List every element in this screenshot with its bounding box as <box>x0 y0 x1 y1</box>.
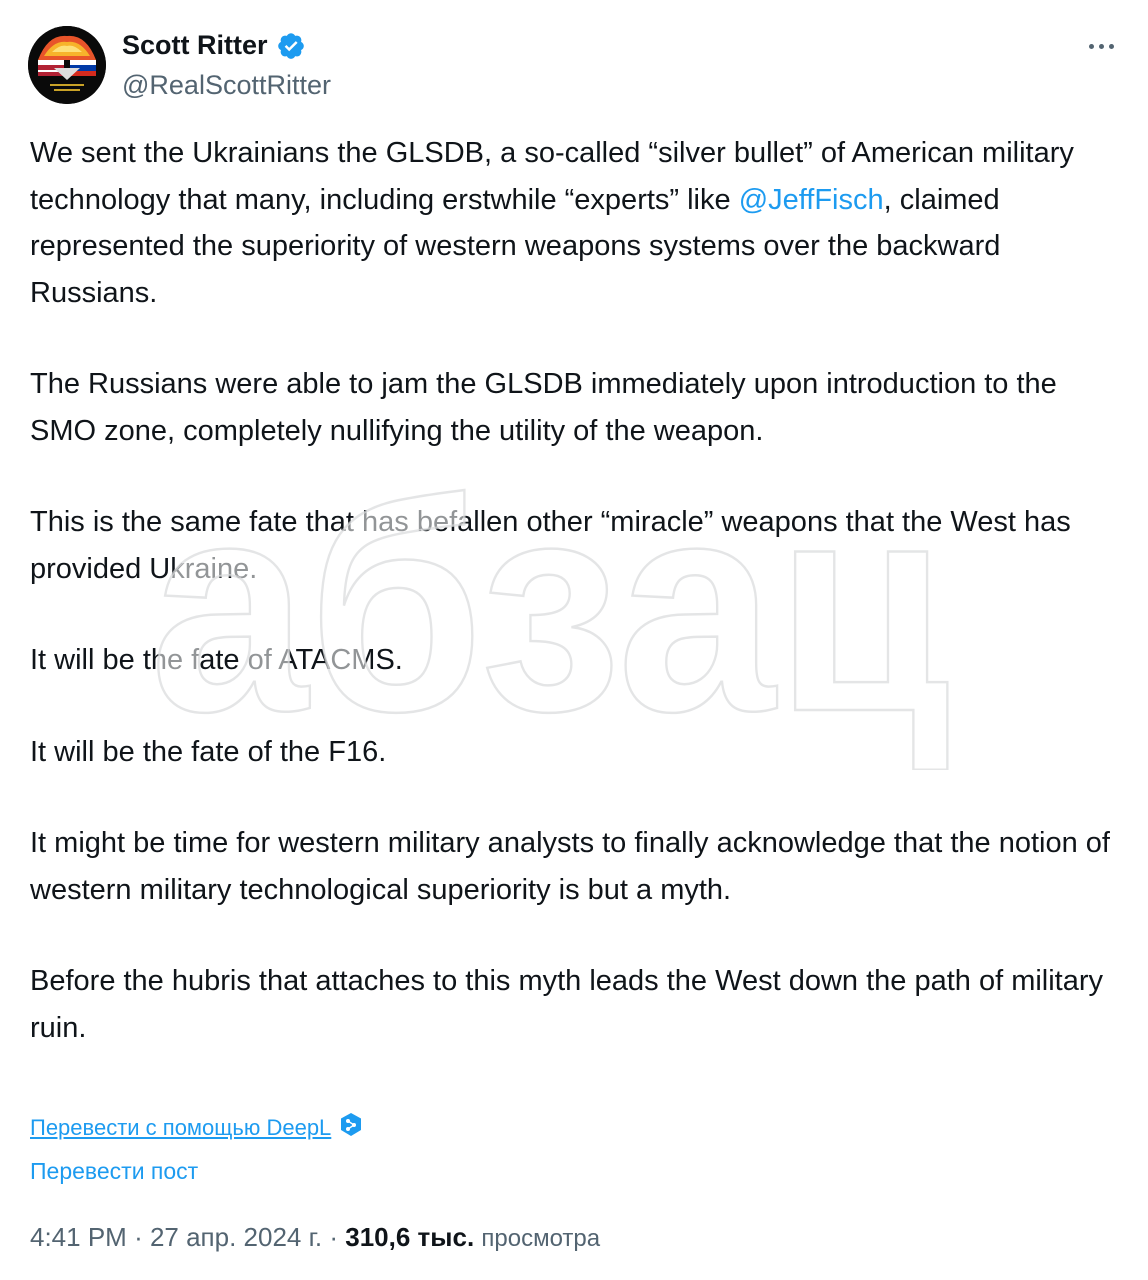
more-horizontal-icon[interactable] <box>1086 36 1118 56</box>
tweet-paragraph-1: We sent the Ukrainians the GLSDB, a so-c… <box>30 130 1125 316</box>
tweet-time[interactable]: 4:41 PM <box>30 1222 127 1252</box>
tweet-date[interactable]: 27 апр. 2024 г. <box>150 1222 322 1252</box>
mention-link[interactable]: @JeffFisch <box>739 184 884 216</box>
tweet-paragraph-7: Before the hubris that attaches to this … <box>30 965 1104 1044</box>
tweet-meta: 4:41 PM · 27 апр. 2024 г. · 310,6 тыс. п… <box>30 1222 600 1253</box>
avatar[interactable] <box>28 26 106 104</box>
meta-separator: · <box>329 1222 346 1252</box>
tweet-paragraph-5: It will be the fate of the F16. <box>30 735 387 768</box>
author-handle[interactable]: @RealScottRitter <box>122 70 331 101</box>
verified-badge-icon[interactable] <box>276 31 306 61</box>
views-label: просмотра <box>481 1225 601 1252</box>
views-count: 310,6 тыс. <box>345 1222 475 1252</box>
deepl-logo-icon <box>339 1112 363 1143</box>
translate-post-link[interactable]: Перевести пост <box>30 1158 198 1185</box>
tweet-paragraph-6: It might be time for western military an… <box>30 827 1110 906</box>
author-name[interactable]: Scott Ritter <box>122 30 268 61</box>
author-name-row: Scott Ritter <box>122 30 306 61</box>
tweet-text: We sent the Ukrainians the GLSDB, a so-c… <box>30 130 1125 1051</box>
deepl-translate-row: Перевести с помощью DeepL <box>30 1112 363 1143</box>
tweet-paragraph-2: The Russians were able to jam the GLSDB … <box>30 368 1057 447</box>
tweet-paragraph-3: This is the same fate that has befallen … <box>30 506 1071 585</box>
tweet-paragraph-4: It will be the fate of ATACMS. <box>30 644 403 676</box>
tweet-header: Scott Ritter @RealScottRitter <box>28 26 1120 106</box>
meta-separator: · <box>134 1222 150 1252</box>
deepl-translate-link[interactable]: Перевести с помощью DeepL <box>30 1115 331 1141</box>
